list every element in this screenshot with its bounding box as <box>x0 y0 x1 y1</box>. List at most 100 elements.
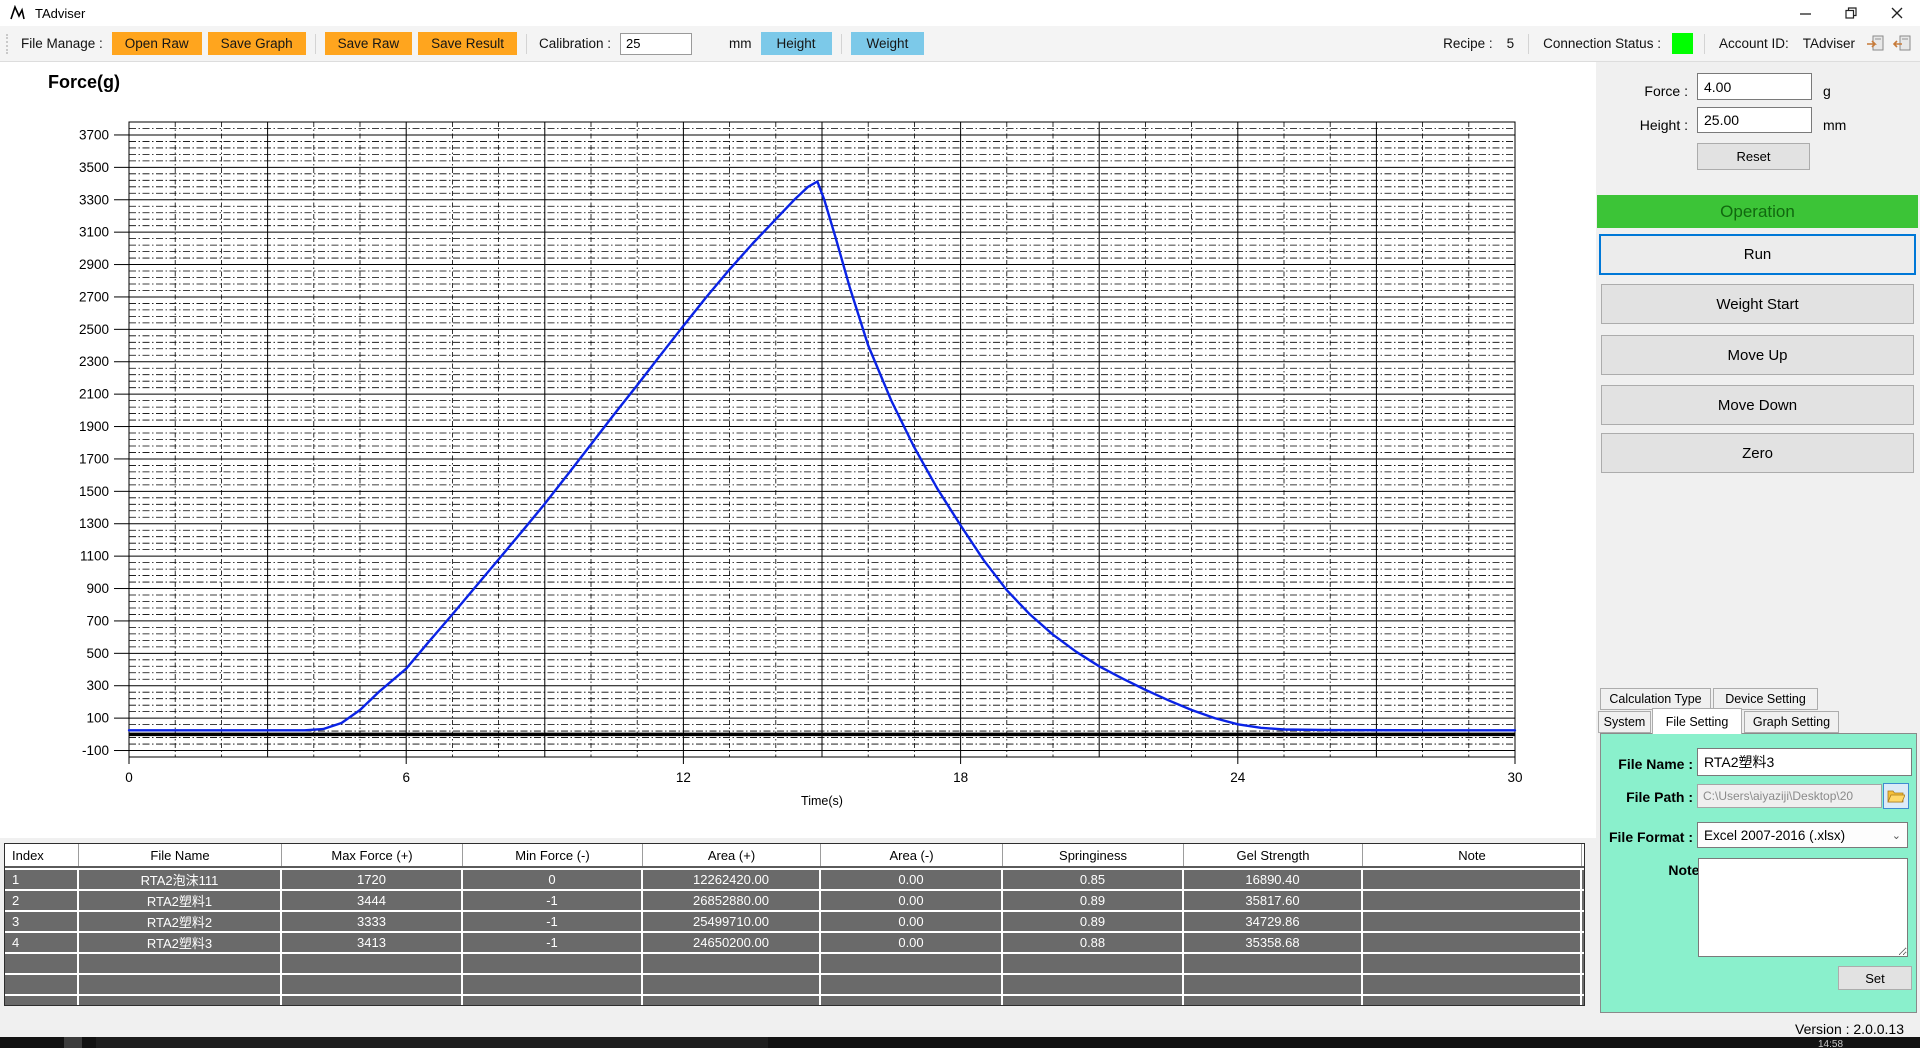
table-cell: 0 <box>463 870 643 889</box>
toolbar-separator <box>526 34 527 54</box>
table-cell <box>1184 996 1363 1005</box>
table-cell <box>1363 912 1582 931</box>
run-button[interactable]: Run <box>1599 234 1916 275</box>
table-cell: 3444 <box>282 891 463 910</box>
minimize-button[interactable] <box>1782 0 1828 26</box>
column-header[interactable]: Index <box>5 844 79 866</box>
table-row[interactable] <box>5 954 1584 973</box>
logout-icon[interactable] <box>1893 35 1912 52</box>
results-table: IndexFile NameMax Force (+)Min Force (-)… <box>4 843 1585 1006</box>
move-down-button[interactable]: Move Down <box>1601 385 1914 425</box>
table-row[interactable] <box>5 996 1584 1005</box>
save-result-button[interactable]: Save Result <box>418 32 517 55</box>
table-cell: 0.00 <box>821 933 1003 952</box>
svg-text:1900: 1900 <box>79 419 109 434</box>
file-path-input[interactable]: C:\Users\aiyaziji\Desktop\20 <box>1697 784 1882 808</box>
force-input[interactable] <box>1697 73 1812 100</box>
taskbar[interactable]: 14:58 <box>0 1037 1920 1048</box>
table-cell <box>1363 975 1582 994</box>
column-header[interactable]: Min Force (-) <box>463 844 643 866</box>
height-unit-label: mm <box>1823 117 1846 133</box>
svg-text:1500: 1500 <box>79 484 109 499</box>
table-cell: -1 <box>463 891 643 910</box>
toolbar-separator <box>1528 34 1529 54</box>
tab-device-setting[interactable]: Device Setting <box>1713 688 1818 710</box>
move-up-button[interactable]: Move Up <box>1601 335 1914 375</box>
folder-icon <box>1887 789 1905 803</box>
login-icon[interactable] <box>1866 35 1885 52</box>
connection-status-indicator <box>1672 33 1693 54</box>
svg-text:Time(s): Time(s) <box>801 794 843 808</box>
column-header[interactable]: Area (+) <box>643 844 821 866</box>
set-button[interactable]: Set <box>1838 966 1912 990</box>
restore-button[interactable] <box>1828 0 1874 26</box>
table-row[interactable] <box>5 975 1584 994</box>
save-graph-button[interactable]: Save Graph <box>208 32 306 55</box>
column-header[interactable]: Area (-) <box>821 844 1003 866</box>
table-cell <box>821 996 1003 1005</box>
table-cell <box>463 996 643 1005</box>
svg-text:0: 0 <box>125 770 133 785</box>
table-cell <box>1363 870 1582 889</box>
svg-text:2500: 2500 <box>79 322 109 337</box>
open-raw-button[interactable]: Open Raw <box>112 32 202 55</box>
svg-text:100: 100 <box>86 711 109 726</box>
table-cell <box>1363 954 1582 973</box>
calibration-unit-label: mm <box>726 36 755 51</box>
file-name-input[interactable] <box>1697 748 1912 776</box>
tab-file-setting[interactable]: File Setting <box>1652 708 1742 734</box>
recipe-label: Recipe : <box>1440 36 1496 51</box>
table-cell: 16890.40 <box>1184 870 1363 889</box>
column-header[interactable]: Max Force (+) <box>282 844 463 866</box>
calibration-input[interactable] <box>620 33 692 55</box>
svg-text:1100: 1100 <box>80 549 109 564</box>
table-cell: RTA2塑料1 <box>79 891 282 910</box>
height-input[interactable] <box>1697 107 1812 133</box>
table-row[interactable]: 2RTA2塑料13444-126852880.000.000.8935817.6… <box>5 891 1584 910</box>
table-cell <box>1003 996 1184 1005</box>
account-id-value: TAdviser <box>1800 36 1858 51</box>
table-row[interactable]: 4RTA2塑料33413-124650200.000.000.8835358.6… <box>5 933 1584 952</box>
table-cell: -1 <box>463 912 643 931</box>
browse-folder-button[interactable] <box>1883 783 1909 809</box>
table-cell: 35817.60 <box>1184 891 1363 910</box>
svg-text:1700: 1700 <box>79 451 109 466</box>
svg-text:2100: 2100 <box>79 387 109 402</box>
force-unit-label: g <box>1823 83 1831 99</box>
column-header[interactable]: Gel Strength <box>1184 844 1363 866</box>
tab-system[interactable]: System <box>1598 711 1651 733</box>
file-manage-label: File Manage : <box>18 36 106 51</box>
close-button[interactable] <box>1874 0 1920 26</box>
table-cell <box>1184 975 1363 994</box>
table-cell: 26852880.00 <box>643 891 821 910</box>
connection-status-label: Connection Status : <box>1540 36 1664 51</box>
version-label: Version : 2.0.0.13 <box>1795 1021 1904 1037</box>
table-cell: 12262420.00 <box>643 870 821 889</box>
file-format-select[interactable]: Excel 2007-2016 (.xlsx) ⌄ <box>1697 822 1908 848</box>
table-cell <box>1003 954 1184 973</box>
note-label: Note : <box>1623 862 1708 878</box>
app-logo-icon <box>10 5 28 21</box>
title-bar: TAdviser <box>0 0 1920 26</box>
height-button[interactable]: Height <box>761 32 832 55</box>
table-cell: 0.89 <box>1003 891 1184 910</box>
svg-text:3700: 3700 <box>79 127 109 142</box>
column-header[interactable]: Note <box>1363 844 1582 866</box>
toolbar-separator <box>315 34 316 54</box>
weight-button[interactable]: Weight <box>851 32 925 55</box>
column-header[interactable]: Springiness <box>1003 844 1184 866</box>
table-header-row: IndexFile NameMax Force (+)Min Force (-)… <box>5 844 1584 868</box>
tab-graph-setting[interactable]: Graph Setting <box>1744 711 1839 733</box>
tab-calculation-type[interactable]: Calculation Type <box>1600 688 1711 710</box>
table-cell: RTA2泡沫111 <box>79 870 282 889</box>
weight-start-button[interactable]: Weight Start <box>1601 284 1914 324</box>
note-textarea[interactable] <box>1698 858 1908 957</box>
table-cell <box>1184 954 1363 973</box>
table-row[interactable]: 3RTA2塑料23333-125499710.000.000.8934729.8… <box>5 912 1584 931</box>
zero-button[interactable]: Zero <box>1601 433 1914 473</box>
reset-button[interactable]: Reset <box>1697 143 1810 170</box>
table-cell <box>643 996 821 1005</box>
table-row[interactable]: 1RTA2泡沫1111720012262420.000.000.8516890.… <box>5 870 1584 889</box>
save-raw-button[interactable]: Save Raw <box>325 32 413 55</box>
column-header[interactable]: File Name <box>79 844 282 866</box>
